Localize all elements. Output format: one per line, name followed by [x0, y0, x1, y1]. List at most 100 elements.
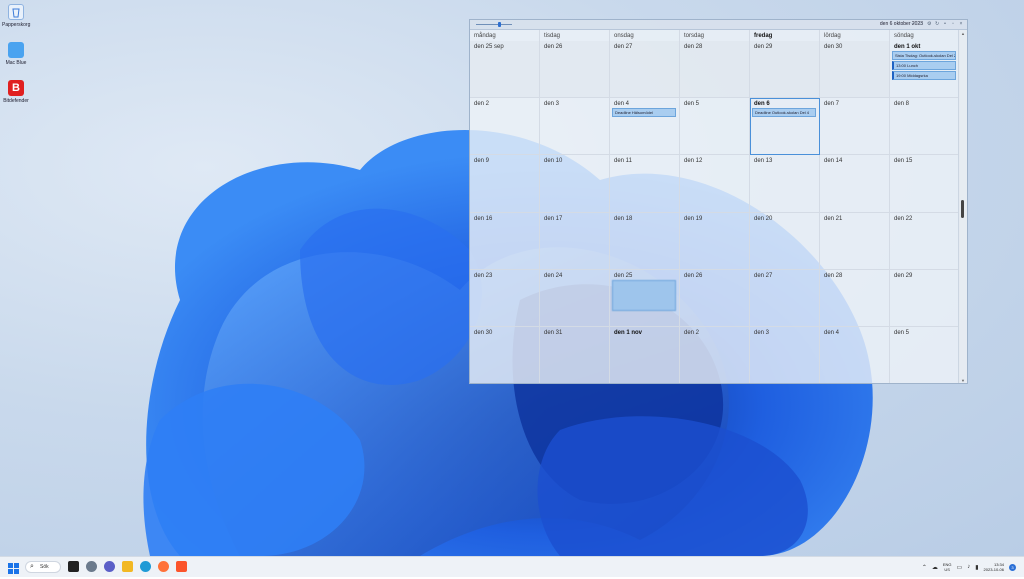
monitor-icon[interactable]: ▭: [957, 564, 963, 571]
day-cell[interactable]: den 24: [540, 269, 610, 327]
day-cell[interactable]: den 2: [470, 98, 540, 156]
day-cell[interactable]: den 12: [680, 155, 750, 213]
zoom-slider-handle[interactable]: [498, 22, 501, 27]
firefox-icon[interactable]: [158, 561, 169, 572]
day-label: den 21: [824, 215, 843, 222]
day-cell[interactable]: den 25 sep: [470, 41, 540, 99]
cloud-icon[interactable]: ☁: [932, 564, 938, 571]
day-cell[interactable]: den 6 Deadline Outlook-skolan Del 4: [750, 98, 820, 156]
day-cell[interactable]: den 22: [890, 212, 960, 270]
day-cell[interactable]: den 28: [820, 269, 890, 327]
battery-icon[interactable]: ▮: [975, 564, 978, 571]
calendar-titlebar[interactable]: den 6 oktober 2023 – □ ⚙ ↻ • ▫ ×: [470, 20, 967, 30]
close-icon[interactable]: ×: [959, 21, 963, 27]
day-cell[interactable]: den 14: [820, 155, 890, 213]
calendar-event[interactable]: Deadline Outlook-skolan Del 4: [752, 108, 816, 118]
zoom-slider-track[interactable]: [476, 24, 512, 25]
day-cell[interactable]: den 5: [890, 326, 960, 383]
day-cell[interactable]: den 11: [610, 155, 680, 213]
day-label: den 29: [894, 272, 913, 279]
day-label: den 4: [614, 101, 630, 108]
notification-badge[interactable]: 3: [1009, 563, 1016, 571]
day-label: den 31: [544, 329, 563, 336]
day-cell[interactable]: den 19: [680, 212, 750, 270]
calendar-event[interactable]: Deadline Hälsomödel: [612, 108, 676, 118]
day-cell[interactable]: den 3: [540, 98, 610, 156]
calendar-event[interactable]: 13:00 Lunch: [892, 61, 956, 70]
day-label: den 15: [894, 158, 913, 165]
desktop-icon-recycle-bin[interactable]: Papperskorg: [2, 4, 30, 28]
day-cell[interactable]: den 10: [540, 155, 610, 213]
refresh-icon[interactable]: ↻: [935, 21, 939, 27]
day-cell[interactable]: den 21: [820, 212, 890, 270]
day-cell[interactable]: den 20: [750, 212, 820, 270]
day-cell[interactable]: den 15: [890, 155, 960, 213]
chevron-up-icon[interactable]: ⌃: [922, 564, 927, 571]
day-cell[interactable]: den 9: [470, 155, 540, 213]
restore-icon[interactable]: □: [919, 21, 923, 27]
day-cell[interactable]: den 17: [540, 212, 610, 270]
calendar-event[interactable]: [612, 279, 676, 311]
scroll-down-icon[interactable]: ▼: [960, 378, 966, 383]
day-cell[interactable]: den 26: [680, 269, 750, 327]
day-cell[interactable]: den 5: [680, 98, 750, 156]
day-cell[interactable]: den 1 okt Sista Tisdag: Outlook-skolan De…: [890, 41, 960, 99]
settings-icon[interactable]: ⚙: [927, 21, 931, 27]
day-cell[interactable]: den 25: [610, 269, 680, 327]
brave-icon[interactable]: [176, 561, 187, 572]
day-label: den 1 nov: [614, 329, 643, 336]
day-cell[interactable]: den 29: [890, 269, 960, 327]
day-cell[interactable]: den 26: [540, 41, 610, 99]
day-cell[interactable]: den 27: [750, 269, 820, 327]
file-explorer-icon[interactable]: [122, 561, 133, 572]
day-label: den 1 okt: [894, 44, 921, 50]
day-cell[interactable]: den 4: [820, 326, 890, 383]
lock-icon[interactable]: ▫: [951, 21, 955, 27]
day-cell[interactable]: den 2: [680, 326, 750, 383]
day-cell[interactable]: den 3: [750, 326, 820, 383]
day-cell[interactable]: den 27: [610, 41, 680, 99]
scroll-up-icon[interactable]: ▲: [960, 31, 966, 36]
day-cell[interactable]: den 30: [820, 41, 890, 99]
widgets-icon[interactable]: [86, 561, 97, 572]
day-label: den 26: [544, 44, 563, 50]
desktop: Papperskorg Mac Blue B Bitdefender den 6…: [0, 0, 1024, 556]
calendar-scrollbar[interactable]: ▲ ▼: [958, 30, 967, 383]
task-view-icon[interactable]: [68, 561, 79, 572]
keyboard-layout: US: [944, 567, 950, 572]
chat-icon[interactable]: [104, 561, 115, 572]
day-label: den 19: [684, 215, 703, 222]
day-cell[interactable]: den 30: [470, 326, 540, 383]
day-cell[interactable]: den 18: [610, 212, 680, 270]
start-icon[interactable]: [8, 561, 19, 574]
desktop-icon-bitdefender[interactable]: B Bitdefender: [2, 80, 30, 104]
day-cell[interactable]: den 16: [470, 212, 540, 270]
day-cell[interactable]: den 31: [540, 326, 610, 383]
day-label: den 25: [614, 272, 633, 279]
taskbar-search-box[interactable]: ⌕ Sök: [25, 561, 61, 573]
desktop-icon-folder[interactable]: Mac Blue: [2, 42, 30, 66]
folder-icon: [8, 42, 24, 58]
calendar-event[interactable]: 19:00 Middagsrka: [892, 71, 956, 80]
language-indicator[interactable]: ENG US: [943, 562, 952, 572]
day-cell[interactable]: den 1 nov: [610, 326, 680, 383]
minimize-icon[interactable]: –: [911, 21, 915, 27]
day-cell[interactable]: den 29: [750, 41, 820, 99]
day-cell[interactable]: den 23: [470, 269, 540, 327]
day-label: den 18: [614, 215, 633, 222]
pin-icon[interactable]: •: [943, 21, 947, 27]
taskbar: ⌕ Sök ⌃ ☁ ENG US ▭ ♪ ▮ 13:34 2023-10-06 …: [0, 556, 1024, 577]
day-label: den 2: [684, 329, 700, 336]
day-cell[interactable]: den 7: [820, 98, 890, 156]
edge-icon[interactable]: [140, 561, 151, 572]
day-cell[interactable]: den 4 Deadline Hälsomödel: [610, 98, 680, 156]
day-cell[interactable]: den 13: [750, 155, 820, 213]
clock[interactable]: 13:34 2023-10-06: [984, 562, 1004, 572]
day-label: den 16: [474, 215, 493, 222]
calendar-event[interactable]: Sista Tisdag: Outlook-skolan Del 2: [892, 51, 956, 60]
day-cell[interactable]: den 8: [890, 98, 960, 156]
day-cell[interactable]: den 28: [680, 41, 750, 99]
scroll-thumb[interactable]: [961, 200, 964, 218]
day-label: den 5: [684, 101, 700, 108]
volume-icon[interactable]: ♪: [967, 564, 970, 570]
